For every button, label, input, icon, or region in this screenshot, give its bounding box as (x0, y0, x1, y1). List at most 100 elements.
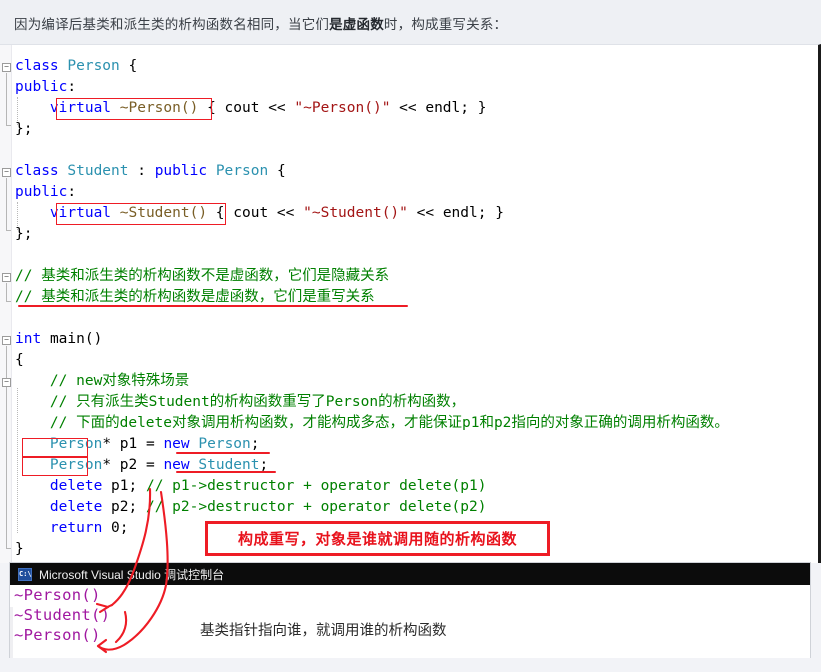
code-line: delete p2; // p2->destructor + operator … (15, 497, 487, 518)
console-line-3: ~Person() (14, 626, 101, 644)
code-token: << (390, 100, 426, 116)
code-token: // p1->destructor + operator delete(p1) (145, 478, 487, 494)
code-line: { (15, 350, 24, 371)
code-token: ; (259, 457, 269, 473)
code-token: // 下面的delete对象调用析构函数，才能构成多态，才能保证p1和p2指向的… (15, 415, 729, 431)
code-token: : (67, 79, 77, 95)
code-line: class Student : public Person { (15, 161, 286, 182)
intro-text-bold: 是虚函数 (329, 17, 384, 32)
callout-override-note: 构成重写，对象是谁就调用随的析构函数 (205, 521, 550, 556)
code-token: return (49, 520, 103, 536)
fold-guide-1 (6, 73, 7, 125)
fold-guide-3 (6, 283, 7, 301)
code-token: cout (233, 205, 269, 221)
callout-override-text: 构成重写，对象是谁就调用随的析构函数 (237, 531, 517, 548)
code-token: cout (224, 100, 260, 116)
code-line: Person* p2 = new Student; (15, 455, 268, 476)
console-title-bar: C:\ Microsoft Visual Studio 调试控制台 (10, 563, 810, 585)
command-prompt-icon: C:\ (18, 567, 32, 581)
code-token: p2 = (111, 457, 164, 473)
code-token: }; (15, 226, 33, 242)
code-editor[interactable]: class Person {public: virtual ~Person() … (0, 44, 821, 563)
code-token: p1 = (111, 436, 164, 452)
console-left-edge (10, 607, 13, 658)
fold-toggle-comments[interactable] (2, 273, 11, 282)
code-token: new (163, 436, 190, 452)
console-title-text: Microsoft Visual Studio 调试控制台 (39, 567, 225, 582)
code-token: { (198, 100, 225, 116)
code-token: // new对象特殊场景 (15, 373, 190, 389)
fold-toggle-class-student[interactable] (2, 168, 11, 177)
code-token: { (119, 58, 138, 74)
console-annotation-text: 基类指针指向谁，就调用谁的析构函数 (200, 623, 447, 639)
code-line: }; (15, 119, 32, 140)
page-root: 因为编译后基类和派生类的析构函数名相同，当它们是虚函数时，构成重写关系： cla… (0, 0, 821, 672)
code-token: // p2->destructor + operator delete(p2) (145, 499, 487, 515)
code-token: p1; (102, 478, 146, 494)
fold-toggle-main-body[interactable] (2, 378, 11, 387)
code-line: delete p1; // p1->destructor + operator … (15, 476, 487, 497)
code-token: delete (49, 478, 103, 494)
code-token: << (268, 205, 304, 221)
intro-text-after: 时，构成重写关系： (383, 17, 508, 32)
code-token: main (49, 331, 85, 347)
code-token: Person (49, 457, 103, 473)
code-line: public: (15, 77, 76, 98)
code-line: int main() (15, 329, 102, 350)
intro-banner: 因为编译后基类和派生类的析构函数名相同，当它们是虚函数时，构成重写关系： (0, 0, 821, 44)
code-token: Student (198, 457, 260, 473)
code-line: // 只有派生类Student的析构函数重写了Person的析构函数， (15, 392, 465, 413)
code-token: new (163, 457, 190, 473)
code-token: : (67, 184, 77, 200)
code-line: virtual ~Person() { cout << "~Person()" … (15, 98, 487, 119)
intro-text-before: 因为编译后基类和派生类的析构函数名相同，当它们 (14, 17, 330, 32)
code-token: ~Student() (119, 205, 208, 221)
code-token: { (268, 163, 286, 179)
code-token: public (15, 79, 68, 95)
code-token: "~Person()" (294, 100, 391, 116)
code-token: { (207, 205, 234, 221)
code-line: // 基类和派生类的析构函数是虚函数，它们是重写关系 (15, 287, 375, 308)
code-token: ; } (477, 205, 504, 221)
code-token: endl (442, 205, 478, 221)
console-line-2: ~Student() (14, 606, 111, 624)
code-content[interactable]: class Person {public: virtual ~Person() … (11, 45, 818, 563)
code-token: endl (425, 100, 461, 116)
code-token: Person (49, 436, 103, 452)
code-token: ; } (460, 100, 487, 116)
fold-toggle-main[interactable] (2, 336, 11, 345)
code-token: << (407, 205, 443, 221)
fold-toggle-class-person[interactable] (2, 63, 11, 72)
code-token: // 基类和派生类的析构函数不是虚函数，它们是隐藏关系 (15, 268, 390, 284)
code-token: 0; (102, 520, 129, 536)
code-token: virtual (49, 100, 112, 116)
code-token: * (102, 457, 112, 473)
code-line: }; (15, 224, 32, 245)
debug-console-window[interactable]: C:\ Microsoft Visual Studio 调试控制台 ~Perso… (10, 563, 810, 658)
code-token: } (15, 541, 24, 557)
code-token: Person (215, 163, 269, 179)
code-token: << (259, 100, 295, 116)
console-output: ~Person() ~Student() ~Person() 基类指针指向谁，就… (10, 585, 810, 658)
code-line: // 下面的delete对象调用析构函数，才能构成多态，才能保证p1和p2指向的… (15, 413, 729, 434)
code-token: public (15, 184, 68, 200)
code-token: p2; (102, 499, 146, 515)
code-token: delete (49, 499, 103, 515)
code-token: * (102, 436, 112, 452)
code-token: : (128, 163, 155, 179)
code-line: class Person { (15, 56, 137, 77)
code-token: // 只有派生类Student的析构函数重写了Person的析构函数， (15, 394, 466, 410)
code-token: Person (198, 436, 251, 452)
code-line: // 基类和派生类的析构函数不是虚函数，它们是隐藏关系 (15, 266, 389, 287)
code-token: "~Student()" (303, 205, 408, 221)
